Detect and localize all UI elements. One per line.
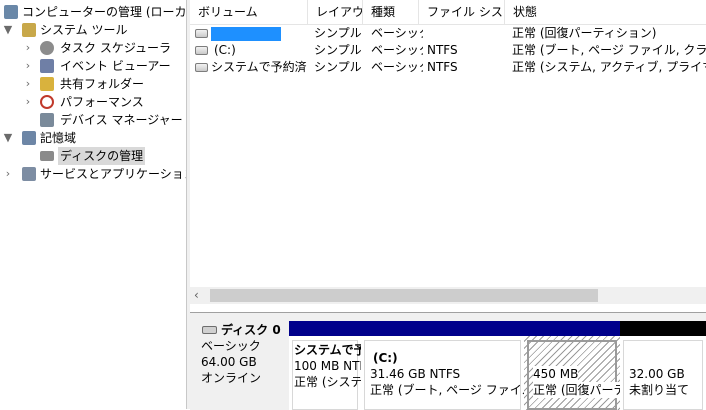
partition-size: 32.00 GB [629, 367, 685, 381]
volume-name-cell [211, 25, 305, 42]
partition-size: 100 MB NTFS [294, 359, 361, 373]
partition-c[interactable]: (C:) 31.46 GB NTFS 正常 (ブート, ページ ファイル, クラ… [361, 321, 524, 410]
tree-label: サービスとアプリケーション [40, 167, 187, 181]
partition-system-reserved[interactable]: システムで予約済み 100 MB NTFS 正常 (システム, アクティブ, プ… [289, 321, 361, 410]
volume-icon [195, 29, 208, 38]
tree-item-services-applications[interactable]: › サービスとアプリケーション [0, 165, 186, 183]
partition-bar [620, 321, 706, 336]
disk-graphic-pane: ディスク 0 ベーシック 64.00 GB オンライン システムで予約済み 10… [190, 312, 706, 410]
event-viewer-icon [40, 59, 54, 73]
type-cell: ベーシック [371, 43, 423, 57]
type-cell: ベーシック [371, 60, 423, 74]
layout-cell: シンプル [314, 26, 362, 40]
tree-label: システム ツール [40, 23, 128, 37]
layout-cell: シンプル [314, 43, 362, 57]
tree-label: 記憶域 [40, 131, 77, 145]
filesystem-cell: NTFS [427, 43, 458, 57]
performance-icon [40, 95, 54, 109]
partition-recovery[interactable]: 450 MB 正常 (回復パーティション) [524, 321, 620, 410]
layout-cell: シンプル [314, 60, 362, 74]
column-header-layout[interactable]: レイアウト [308, 0, 363, 24]
tree-label: 共有フォルダー [60, 77, 145, 91]
column-header-filesystem[interactable]: ファイル システム [419, 0, 505, 24]
disk-kind: ベーシック [201, 339, 261, 353]
horizontal-scrollbar[interactable]: ‹ [190, 287, 706, 304]
disk-state: オンライン [201, 371, 262, 385]
device-manager-icon [40, 113, 54, 127]
chevron-right-icon[interactable]: › [3, 165, 13, 183]
partition-unallocated[interactable]: 32.00 GB 未割り当て [620, 321, 706, 410]
disk-management-icon [40, 151, 54, 161]
status-cell: 正常 (ブート, ページ ファイル, クラッシュ ダンプ, ベーシック データ … [512, 43, 706, 57]
volume-list: ボリューム レイアウト 種類 ファイル システム 状態 シンプル ベーシック 正… [190, 0, 706, 307]
chevron-down-icon[interactable]: ▼ [3, 129, 13, 147]
status-cell: 正常 (回復パーティション) [512, 26, 657, 40]
tree-label: デバイス マネージャー [60, 113, 183, 127]
tree-item-storage[interactable]: ▼ 記憶域 [0, 129, 186, 147]
partition-status: 未割り当て [629, 383, 690, 397]
scrollbar-thumb[interactable] [210, 289, 598, 302]
disk-size: 64.00 GB [201, 355, 257, 369]
column-headers: ボリューム レイアウト 種類 ファイル システム 状態 [190, 0, 706, 25]
chevron-down-icon[interactable]: ▼ [3, 21, 13, 39]
status-cell: 正常 (システム, アクティブ, プライマリ パーティション) [512, 60, 706, 74]
storage-icon [22, 131, 36, 145]
volume-name: (C:) [214, 43, 236, 57]
console-tree: コンピューターの管理 (ローカル) ▼ システム ツール › タスク スケジュー… [0, 0, 187, 409]
volume-name: システムで予約済み [211, 60, 307, 74]
table-row[interactable]: シンプル ベーシック 正常 (回復パーティション) [190, 25, 706, 42]
tree-label: イベント ビューアー [60, 59, 171, 73]
partition-status: 正常 (システム, アクティブ, プライマリ パーティション) [294, 375, 361, 389]
computer-management-icon [4, 5, 18, 19]
partition-bar [289, 321, 361, 336]
tree-item-performance[interactable]: › パフォーマンス [0, 93, 186, 111]
chevron-right-icon[interactable]: › [23, 75, 33, 93]
column-header-volume[interactable]: ボリューム [190, 0, 308, 24]
tree-label: パフォーマンス [60, 95, 144, 109]
services-icon [22, 167, 36, 181]
tree-item-device-manager[interactable]: デバイス マネージャー [0, 111, 186, 129]
scroll-left-icon[interactable]: ‹ [194, 287, 199, 304]
partition-bar [361, 321, 524, 336]
partition-size: 31.46 GB NTFS [370, 367, 461, 381]
partition-title: (C:) [373, 351, 398, 365]
chevron-right-icon[interactable]: › [23, 39, 33, 57]
tree-item-task-scheduler[interactable]: › タスク スケジューラ [0, 39, 186, 57]
chevron-right-icon[interactable]: › [23, 93, 33, 111]
shared-folder-icon [40, 77, 54, 91]
volume-icon [195, 63, 208, 72]
column-header-status[interactable]: 状態 [505, 0, 706, 24]
disk-icon [202, 326, 217, 334]
selection-highlight [211, 26, 281, 41]
tools-icon [22, 23, 36, 37]
tree-label: タスク スケジューラ [60, 41, 171, 55]
partition-status: 正常 (回復パーティション) [533, 382, 620, 398]
tree-item-disk-management[interactable]: ディスクの管理 [0, 147, 186, 165]
tree-item-event-viewer[interactable]: › イベント ビューアー [0, 57, 186, 75]
tree-label: コンピューターの管理 (ローカル) [22, 5, 187, 19]
filesystem-cell: NTFS [427, 60, 458, 74]
clock-icon [40, 41, 54, 55]
tree-item-computer-management[interactable]: コンピューターの管理 (ローカル) [0, 3, 186, 21]
chevron-right-icon[interactable]: › [23, 57, 33, 75]
partition-status: 正常 (ブート, ページ ファイル, クラッシュ ダンプ) [370, 383, 524, 397]
table-row[interactable]: (C:) シンプル ベーシック NTFS 正常 (ブート, ページ ファイル, … [190, 42, 706, 59]
disk-name: ディスク 0 [221, 323, 281, 337]
tree-label: ディスクの管理 [58, 147, 146, 165]
partition-title: システムで予約済み [294, 343, 361, 357]
type-cell: ベーシック [371, 26, 423, 40]
tree-item-shared-folders[interactable]: › 共有フォルダー [0, 75, 186, 93]
table-row[interactable]: システムで予約済み シンプル ベーシック NTFS 正常 (システム, アクティ… [190, 59, 706, 76]
tree-item-system-tools[interactable]: ▼ システム ツール [0, 21, 186, 39]
partition-size: 450 MB [533, 366, 579, 382]
partition-bar [524, 321, 620, 336]
column-header-type[interactable]: 種類 [363, 0, 419, 24]
disk-info[interactable]: ディスク 0 ベーシック 64.00 GB オンライン [194, 321, 286, 410]
volume-icon [195, 46, 208, 55]
